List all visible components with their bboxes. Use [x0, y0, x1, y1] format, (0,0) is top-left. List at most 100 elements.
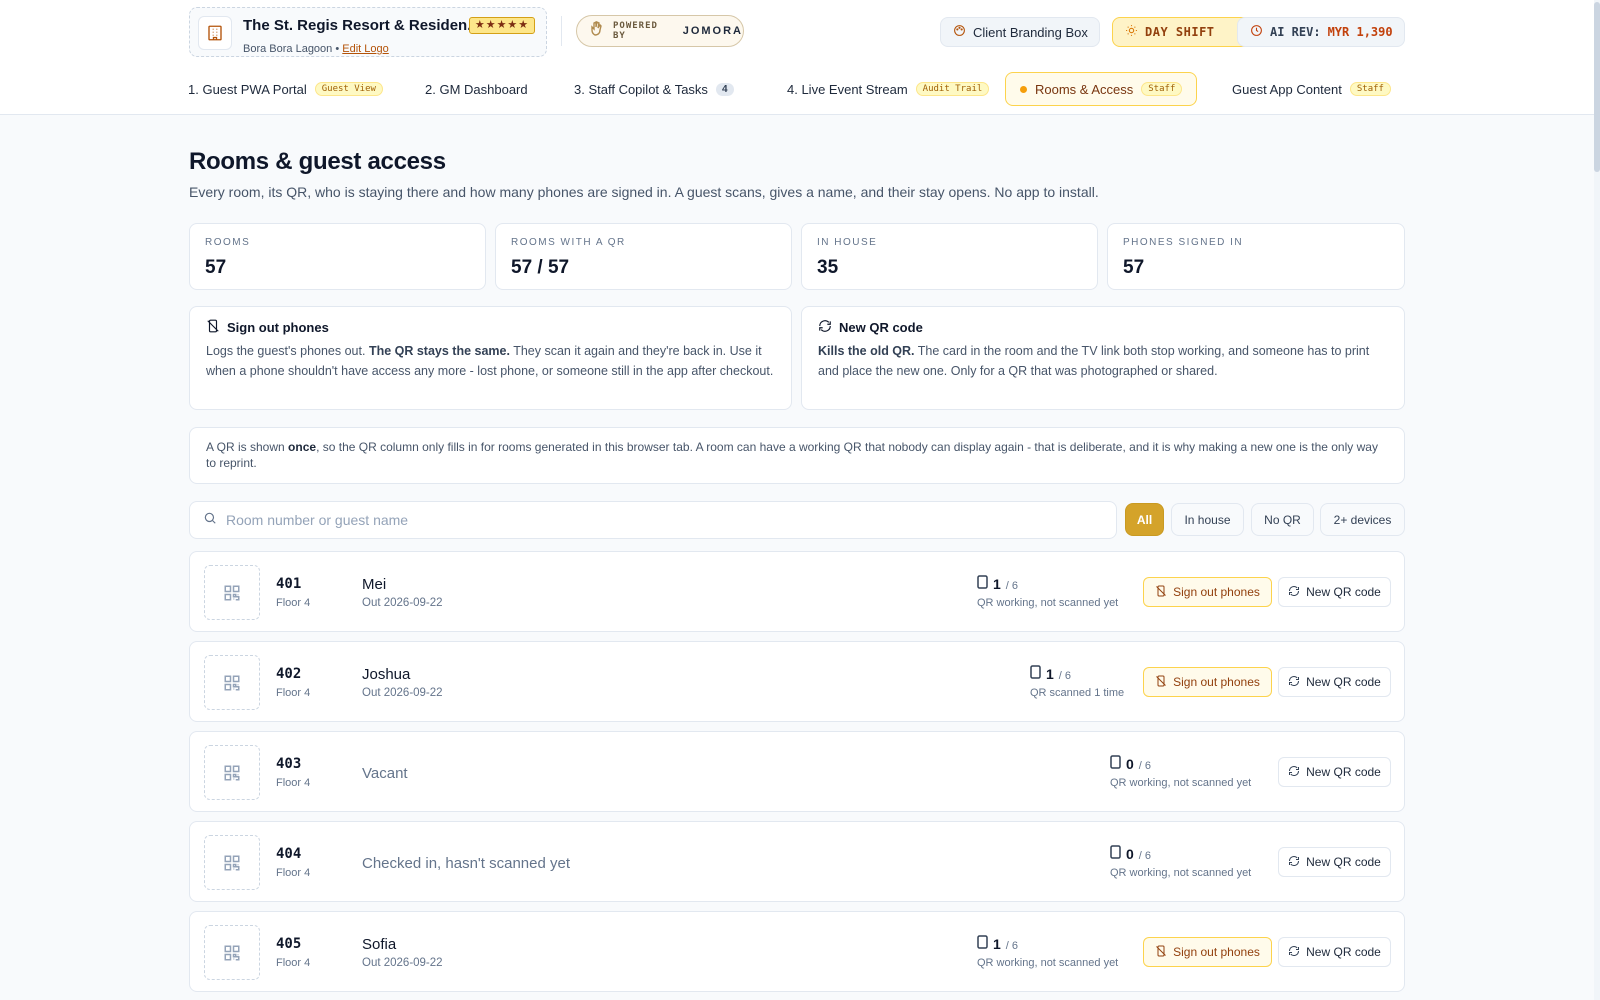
- client-branding-label: Client Branding Box: [973, 24, 1088, 40]
- device-count: 0 / 6 QR working, not scanned yet: [1110, 755, 1251, 789]
- shift-label: DAY SHIFT: [1145, 25, 1215, 39]
- tab-rooms-access[interactable]: Rooms & Access Staff: [1005, 72, 1198, 106]
- palette-icon: [953, 24, 966, 40]
- phone-icon: [977, 935, 988, 954]
- new-qr-label: New QR code: [1306, 945, 1381, 959]
- room-row: 403 Floor 4 Vacant 0 / 6 QR working, not…: [189, 731, 1405, 812]
- stat-value: 57: [1123, 257, 1145, 278]
- phone-icon: [1110, 755, 1121, 774]
- room-number: 403: [276, 756, 302, 772]
- new-qr-code-button[interactable]: New QR code: [1278, 937, 1391, 967]
- clock-icon: [1250, 24, 1263, 40]
- task-count-badge: 4: [715, 82, 734, 96]
- tab-guest-pwa-portal[interactable]: 1. Guest PWA Portal Guest View: [188, 72, 383, 106]
- new-qr-code-button[interactable]: New QR code: [1278, 667, 1391, 697]
- hotel-location-text: Bora Bora Lagoon •: [243, 43, 340, 55]
- filter-in-house[interactable]: In house: [1171, 503, 1244, 536]
- tab-tag: Staff: [1349, 82, 1391, 96]
- tab-guest-app-content[interactable]: Guest App Content Staff: [1232, 72, 1391, 106]
- stat-value: 35: [817, 257, 839, 278]
- new-qr-code-button[interactable]: New QR code: [1278, 577, 1391, 607]
- new-qr-code-button[interactable]: New QR code: [1278, 757, 1391, 787]
- phone-off-icon: [1155, 945, 1167, 960]
- new-qr-label: New QR code: [1306, 765, 1381, 779]
- qr-status: QR working, not scanned yet: [977, 597, 1119, 609]
- guest-name: Sofia: [362, 936, 397, 953]
- room-floor: Floor 4: [276, 867, 311, 879]
- qr-display-note: A QR is shown once, so the QR column onl…: [189, 427, 1405, 484]
- checkout-date: Out 2026-09-22: [362, 687, 443, 699]
- qr-status: QR working, not scanned yet: [977, 957, 1119, 969]
- tab-live-event-stream[interactable]: 4. Live Event Stream Audit Trail: [787, 72, 990, 106]
- stat-label: ROOMS: [205, 237, 251, 248]
- page-scrollbar[interactable]: [1594, 0, 1600, 1000]
- page-title: Rooms & guest access: [189, 148, 446, 175]
- room-floor: Floor 4: [276, 957, 311, 969]
- tab-staff-copilot[interactable]: 3. Staff Copilot & Tasks 4: [574, 72, 734, 106]
- page-subtitle: Every room, its QR, who is staying there…: [189, 184, 1099, 200]
- new-qr-code-button[interactable]: New QR code: [1278, 847, 1391, 877]
- room-number: 405: [276, 936, 302, 952]
- qr-placeholder-icon: [204, 655, 260, 710]
- filter-2plus-devices[interactable]: 2+ devices: [1320, 503, 1405, 536]
- stat-rooms-with-qr: ROOMS WITH A QR 57 / 57: [495, 223, 792, 290]
- new-qr-label: New QR code: [1306, 855, 1381, 869]
- note-pre: A QR is shown: [206, 440, 285, 454]
- filter-no-qr[interactable]: No QR: [1251, 503, 1314, 536]
- stat-phones-signed-in: PHONES SIGNED IN 57: [1107, 223, 1405, 290]
- filter-all[interactable]: All: [1125, 503, 1164, 536]
- room-row: 404 Floor 4 Checked in, hasn't scanned y…: [189, 821, 1405, 902]
- tab-label: 2. GM Dashboard: [425, 81, 528, 97]
- newqr-info-card: New QR code Kills the old QR. The card i…: [801, 306, 1405, 410]
- stat-value: 57 / 57: [511, 257, 570, 278]
- sign-out-phones-button[interactable]: Sign out phones: [1143, 667, 1272, 697]
- phone-off-icon: [206, 319, 220, 336]
- devices-max: / 6: [1138, 850, 1152, 862]
- powered-by-badge: POWERED BY JOMORA: [576, 15, 744, 47]
- guest-name: Mei: [362, 576, 387, 593]
- devices-max: / 6: [1005, 580, 1019, 592]
- ai-revenue-label: AI REV:: [1270, 25, 1321, 39]
- room-floor: Floor 4: [276, 777, 311, 789]
- sign-out-label: Sign out phones: [1173, 675, 1260, 689]
- room-row: 401 Floor 4 Mei Out 2026-09-22 1 / 6 QR …: [189, 551, 1405, 632]
- search-icon: [203, 511, 217, 530]
- room-floor: Floor 4: [276, 597, 311, 609]
- client-branding-button[interactable]: Client Branding Box: [940, 17, 1100, 47]
- newqr-info-title: New QR code: [839, 320, 923, 335]
- newqr-info-bold: Kills the old QR.: [818, 344, 915, 358]
- powered-by-label: POWERED BY: [613, 21, 658, 41]
- guest-name: Joshua: [362, 666, 411, 683]
- note-post: , so the QR column only fills in for roo…: [206, 440, 1378, 470]
- stat-label: PHONES SIGNED IN: [1123, 237, 1244, 248]
- room-number: 402: [276, 666, 302, 682]
- stat-rooms: ROOMS 57: [189, 223, 486, 290]
- new-qr-label: New QR code: [1306, 585, 1381, 599]
- ai-revenue-value: MYR 1,390: [1327, 25, 1393, 39]
- devices-signed-in: 1: [993, 936, 1001, 952]
- tab-gm-dashboard[interactable]: 2. GM Dashboard: [425, 72, 528, 106]
- devices-signed-in: 0: [1126, 846, 1134, 862]
- qr-placeholder-icon: [204, 835, 260, 890]
- phone-off-icon: [1155, 675, 1167, 690]
- tab-label: 1. Guest PWA Portal: [188, 81, 307, 97]
- scrollbar-thumb[interactable]: [1594, 2, 1600, 172]
- tab-tag: Guest View: [314, 82, 383, 96]
- sign-out-phones-button[interactable]: Sign out phones: [1143, 577, 1272, 607]
- qr-placeholder-icon: [204, 925, 260, 980]
- edit-logo-link[interactable]: Edit Logo: [342, 43, 388, 55]
- ai-revenue-indicator[interactable]: AI REV: MYR 1,390: [1237, 17, 1405, 47]
- signout-info-lead: Logs the guest's phones out.: [206, 344, 366, 358]
- room-search-box[interactable]: [189, 501, 1117, 539]
- hand-icon: [591, 20, 605, 42]
- hotel-brand-card[interactable]: The St. Regis Resort & Residen... ★★★★★ …: [189, 7, 547, 57]
- devices-signed-in: 1: [1046, 666, 1054, 682]
- guest-name: Vacant: [362, 765, 408, 782]
- guest-name: Checked in, hasn't scanned yet: [362, 855, 570, 872]
- refresh-icon: [1288, 855, 1300, 870]
- sign-out-phones-button[interactable]: Sign out phones: [1143, 937, 1272, 967]
- shift-indicator[interactable]: DAY SHIFT: [1112, 17, 1254, 47]
- phone-icon: [1030, 665, 1041, 684]
- device-count: 1 / 6 QR working, not scanned yet: [977, 575, 1118, 609]
- search-input[interactable]: [226, 512, 1086, 528]
